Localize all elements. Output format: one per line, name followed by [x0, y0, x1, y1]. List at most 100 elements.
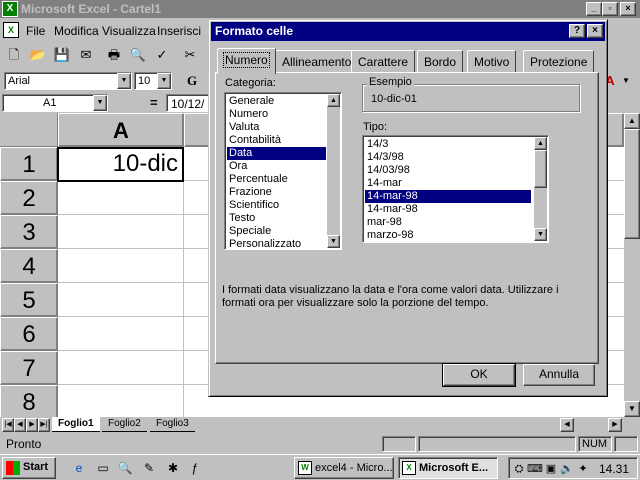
scroll-up-icon[interactable]: ▲: [624, 113, 640, 129]
vertical-scrollbar[interactable]: ▲ ▼: [624, 113, 640, 417]
mail-icon[interactable]: ✉: [76, 45, 96, 65]
print-icon[interactable]: 🖶: [104, 45, 124, 65]
task-button-excel[interactable]: X Microsoft E...: [398, 457, 498, 479]
chevron-down-icon[interactable]: ▼: [616, 71, 636, 91]
scroll-left-icon[interactable]: ◀: [560, 418, 574, 432]
sheet-tab-foglio3[interactable]: Foglio3: [150, 417, 195, 432]
menu-inserisci[interactable]: Inserisci: [157, 24, 201, 38]
workbook-icon[interactable]: X: [3, 22, 19, 38]
list-item[interactable]: 14-mar-98: [365, 203, 418, 216]
row-header[interactable]: 2: [0, 181, 58, 215]
notepad-icon[interactable]: ✎: [140, 459, 158, 477]
row-header[interactable]: 1: [0, 147, 58, 181]
column-header-a[interactable]: A: [58, 113, 184, 147]
row-header[interactable]: 4: [0, 249, 58, 283]
excel-title-bar[interactable]: X Microsoft Excel - Cartel1 _ ▫ ×: [0, 0, 640, 18]
tab-numero[interactable]: Numero: [217, 48, 276, 74]
font-size-select[interactable]: 10 ▼: [134, 72, 172, 90]
row-header[interactable]: 6: [0, 317, 58, 351]
start-button[interactable]: Start: [2, 457, 56, 479]
speaker-icon[interactable]: 🔈: [559, 461, 575, 477]
list-item[interactable]: Scientifico: [227, 199, 279, 212]
type-scrollbar[interactable]: ▲ ▼: [534, 137, 547, 241]
open-folder-icon[interactable]: 📂: [28, 45, 48, 65]
category-scrollbar[interactable]: ▲ ▼: [327, 94, 340, 248]
list-item[interactable]: Speciale: [227, 225, 271, 238]
name-box[interactable]: A1 ▼: [2, 94, 108, 112]
ok-button[interactable]: OK: [442, 363, 516, 387]
task-button-excel4[interactable]: W excel4 - Micro...: [294, 457, 394, 479]
menu-modifica[interactable]: Modifica: [54, 24, 99, 38]
list-item[interactable]: Ora: [227, 160, 247, 173]
scroll-thumb[interactable]: [624, 129, 640, 239]
close-button[interactable]: ×: [620, 2, 636, 16]
list-item[interactable]: mar-98: [365, 216, 402, 229]
scroll-down-icon[interactable]: ▼: [624, 401, 640, 417]
tab-motivo[interactable]: Motivo: [467, 50, 517, 72]
cancel-button[interactable]: Annulla: [523, 364, 595, 386]
chevron-down-icon[interactable]: ▼: [117, 73, 131, 89]
save-icon[interactable]: 💾: [52, 45, 72, 65]
list-item[interactable]: Personalizzato: [227, 238, 301, 251]
scroll-up-icon[interactable]: ▲: [534, 137, 547, 150]
desktop-icon[interactable]: ▭: [94, 459, 112, 477]
app-icon[interactable]: ✱: [164, 459, 182, 477]
cell-a1[interactable]: 10-dic: [57, 147, 184, 182]
row-header[interactable]: 7: [0, 351, 58, 385]
prev-sheet-icon[interactable]: ◀: [14, 418, 26, 432]
scroll-up-icon[interactable]: ▲: [327, 94, 340, 107]
scroll-down-icon[interactable]: ▼: [534, 228, 547, 241]
list-item[interactable]: Percentuale: [227, 173, 288, 186]
formula-equals-sign[interactable]: =: [150, 95, 158, 110]
chevron-down-icon[interactable]: ▼: [157, 73, 171, 89]
select-all-corner[interactable]: [0, 113, 58, 147]
scroll-down-icon[interactable]: ▼: [327, 235, 340, 248]
tab-bordo[interactable]: Bordo: [417, 50, 464, 72]
list-item[interactable]: Generale: [227, 95, 274, 108]
bold-button[interactable]: G: [182, 71, 202, 91]
print-preview-icon[interactable]: 🔍: [128, 45, 148, 65]
list-item[interactable]: Valuta: [227, 121, 259, 134]
help-button[interactable]: ?: [569, 24, 585, 38]
type-list[interactable]: 14/3 14/3/98 14/03/98 14-mar 14-mar-98 1…: [362, 135, 549, 243]
wordpad-icon[interactable]: ƒ: [186, 459, 204, 477]
clock[interactable]: 14.31: [599, 462, 629, 476]
category-list[interactable]: Generale Numero Valuta Contabilità Data …: [224, 92, 342, 250]
list-item[interactable]: Testo: [227, 212, 255, 225]
list-item-selected[interactable]: 14-mar-98: [364, 189, 532, 204]
list-item-selected[interactable]: Data: [227, 147, 326, 160]
cut-icon[interactable]: ✂: [180, 45, 200, 65]
language-icon[interactable]: ✦: [575, 461, 591, 477]
list-item[interactable]: 14-mar: [365, 177, 402, 190]
list-item[interactable]: 14/3: [365, 138, 388, 151]
menu-visualizza[interactable]: Visualizza: [102, 24, 156, 38]
tab-allineamento[interactable]: Allineamento: [275, 50, 359, 72]
row-header[interactable]: 8: [0, 385, 58, 417]
tab-protezione[interactable]: Protezione: [523, 50, 595, 72]
tab-carattere[interactable]: Carattere: [351, 50, 416, 72]
first-sheet-icon[interactable]: |◀: [2, 418, 14, 432]
dialog-title-bar[interactable]: Formato celle ? ×: [211, 22, 605, 41]
last-sheet-icon[interactable]: ▶|: [38, 418, 50, 432]
dialog-close-button[interactable]: ×: [587, 24, 603, 38]
sheet-tab-foglio1[interactable]: Foglio1: [52, 417, 100, 432]
font-name-select[interactable]: Arial ▼: [4, 72, 132, 90]
menu-file[interactable]: File: [26, 24, 45, 38]
minimize-button[interactable]: _: [586, 2, 602, 16]
explorer-icon[interactable]: 🔍: [116, 459, 134, 477]
monitor-icon[interactable]: ▣: [543, 461, 559, 477]
keyboard-icon[interactable]: ⌨: [527, 461, 543, 477]
scroll-thumb[interactable]: [534, 150, 547, 188]
list-item[interactable]: 14/3/98: [365, 151, 404, 164]
sheet-tab-foglio2[interactable]: Foglio2: [102, 417, 147, 432]
new-document-icon[interactable]: 🗋: [4, 45, 24, 65]
scroll-right-icon[interactable]: ▶: [608, 418, 622, 432]
list-item[interactable]: 14/03/98: [365, 164, 410, 177]
list-item[interactable]: Numero: [227, 108, 268, 121]
row-header[interactable]: 5: [0, 283, 58, 317]
internet-explorer-icon[interactable]: e: [70, 459, 88, 477]
next-sheet-icon[interactable]: ▶: [26, 418, 38, 432]
network-icon[interactable]: ⛭: [511, 461, 527, 477]
row-header[interactable]: 3: [0, 215, 58, 249]
chevron-down-icon[interactable]: ▼: [93, 95, 107, 111]
